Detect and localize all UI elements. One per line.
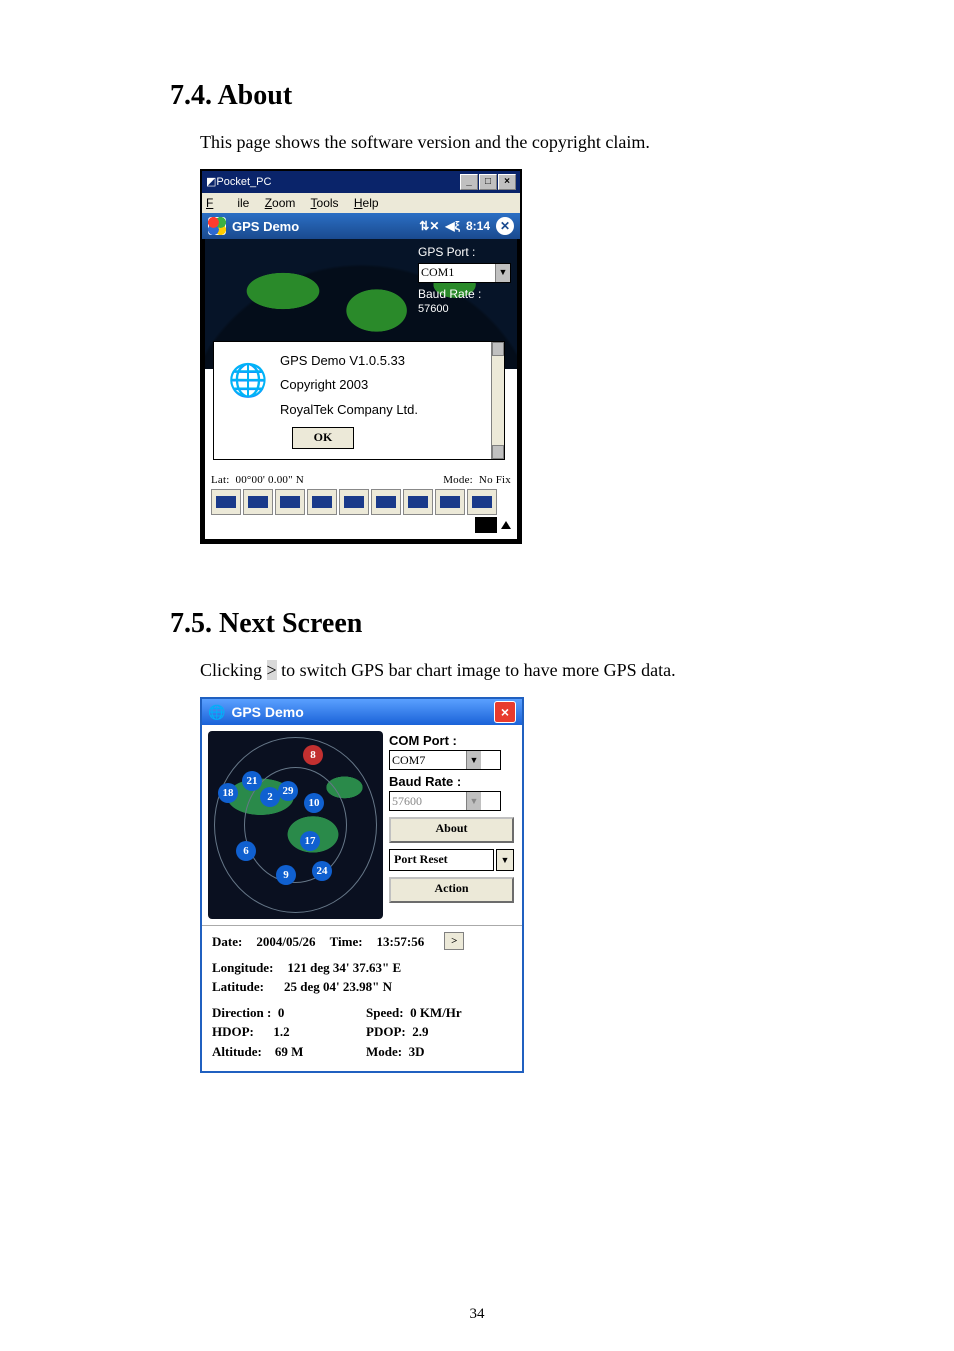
satellite-skyplot: 8211829210176924 xyxy=(208,731,383,919)
baud-rate-select[interactable]: ▼ xyxy=(389,791,501,811)
section-heading-next: 7.5. Next Screen xyxy=(170,608,864,640)
volume-icon[interactable]: ◀ξ xyxy=(445,220,460,232)
gpsdemo2-title: GPS Demo xyxy=(231,704,303,720)
about-dialog: 🌐 GPS Demo V1.0.5.33 Copyright 2003 Roya… xyxy=(213,341,505,460)
about-button[interactable]: About xyxy=(389,817,514,843)
section-body-next: Clicking > to switch GPS bar chart image… xyxy=(200,658,864,683)
pdop-label: PDOP: xyxy=(366,1024,406,1039)
keyboard-icon[interactable] xyxy=(475,517,497,533)
tool-icon-4[interactable] xyxy=(307,489,337,515)
tool-icon-2[interactable] xyxy=(243,489,273,515)
port-reset-label: Port Reset xyxy=(389,849,494,871)
tool-icon-1[interactable] xyxy=(211,489,241,515)
baud-rate-label-2: Baud Rate : xyxy=(389,774,514,789)
about-version: GPS Demo V1.0.5.33 xyxy=(280,352,496,370)
close-button-2[interactable]: × xyxy=(494,701,516,723)
speed-value: 0 KM/Hr xyxy=(410,1005,462,1020)
app-icon-2: 🌐 xyxy=(208,704,225,721)
globe-icon: 🌐 xyxy=(228,358,268,403)
mode-value-2: 3D xyxy=(409,1044,425,1059)
com-port-value[interactable] xyxy=(390,751,466,769)
baud-rate-label: Baud Rate : xyxy=(418,287,511,303)
direction-value: 0 xyxy=(278,1005,285,1020)
sip-up-icon[interactable] xyxy=(501,521,511,529)
about-copyright: Copyright 2003 xyxy=(280,376,496,394)
minimize-button[interactable]: _ xyxy=(460,174,478,190)
menu-help[interactable]: Help xyxy=(354,196,379,210)
gps-port-label: GPS Port : xyxy=(418,245,511,261)
lat-label: Lat: xyxy=(211,475,230,486)
date-value: 2004/05/26 xyxy=(256,932,315,952)
page-number: 34 xyxy=(0,1306,954,1323)
about-company: RoyalTek Company Ltd. xyxy=(280,401,496,419)
maximize-button[interactable]: □ xyxy=(479,174,497,190)
tool-icon-8[interactable] xyxy=(435,489,465,515)
gpsdemo-titlebar: GPS Demo ⇅✕ ◀ξ 8:14 ✕ xyxy=(202,213,520,239)
status-bar: Lat: 00°00' 0.00" N Mode: No Fix xyxy=(211,475,511,486)
mode-value: No Fix xyxy=(479,475,511,486)
altitude-value: 69 M xyxy=(275,1044,304,1059)
ppc-close-button[interactable]: ✕ xyxy=(496,217,514,235)
tool-icon-9[interactable] xyxy=(467,489,497,515)
section-body-about: This page shows the software version and… xyxy=(200,130,864,155)
latitude-value: 25 deg 04' 23.98" N xyxy=(284,977,392,997)
time-label: Time: xyxy=(330,932,363,952)
mode-label: Mode: xyxy=(443,475,473,486)
gpsdemo-window: 🌐 GPS Demo × 8211829210176924 COM Port :… xyxy=(200,697,524,1073)
close-button[interactable]: × xyxy=(498,174,516,190)
altitude-label: Altitude: xyxy=(212,1044,262,1059)
signal-icon[interactable]: ⇅✕ xyxy=(419,220,439,232)
gps-port-value[interactable] xyxy=(419,264,495,282)
clock: 8:14 xyxy=(466,220,490,232)
action-button[interactable]: Action xyxy=(389,877,514,903)
next-screen-button[interactable]: > xyxy=(444,932,464,950)
next-mark: > xyxy=(267,660,277,680)
baud-rate-value-peek: 57600 xyxy=(418,302,511,316)
menu-zoom[interactable]: Zoom xyxy=(265,196,296,210)
time-value: 13:57:56 xyxy=(377,932,425,952)
latitude-label: Latitude: xyxy=(212,977,264,997)
pocketpc-window: ◩ Pocket_PC _ □ × File Zoom Tools Help G… xyxy=(200,169,522,544)
speed-label: Speed: xyxy=(366,1005,404,1020)
menu-tools[interactable]: Tools xyxy=(311,196,339,210)
tool-icon-7[interactable] xyxy=(403,489,433,515)
longitude-value: 121 deg 34' 37.63" E xyxy=(287,958,401,978)
dropdown-arrow-icon[interactable]: ▼ xyxy=(495,264,510,282)
dropdown-arrow-icon: ▼ xyxy=(466,792,481,810)
tool-icon-5[interactable] xyxy=(339,489,369,515)
dropdown-arrow-icon[interactable]: ▼ xyxy=(466,751,481,769)
pocketpc-title: Pocket_PC xyxy=(216,177,460,188)
gps-port-select[interactable]: ▼ xyxy=(418,263,511,283)
com-port-select[interactable]: ▼ xyxy=(389,750,501,770)
port-reset-select[interactable]: Port Reset ▼ xyxy=(389,849,514,871)
gpsdemo-title: GPS Demo xyxy=(232,220,299,233)
baud-rate-value xyxy=(390,792,466,810)
menu-file[interactable]: File xyxy=(206,196,249,210)
lat-value: 00°00' 0.00" N xyxy=(236,475,304,486)
gpsdemo2-titlebar: 🌐 GPS Demo × xyxy=(202,699,522,725)
section-heading-about: 7.4. About xyxy=(170,80,864,112)
direction-label: Direction : xyxy=(212,1005,271,1020)
dialog-scrollbar[interactable] xyxy=(491,342,504,459)
dropdown-arrow-icon[interactable]: ▼ xyxy=(496,849,514,871)
ok-button[interactable]: OK xyxy=(292,427,354,449)
hdop-label: HDOP: xyxy=(212,1024,254,1039)
tool-icon-6[interactable] xyxy=(371,489,401,515)
menubar: File Zoom Tools Help xyxy=(202,193,520,213)
tool-icon-3[interactable] xyxy=(275,489,305,515)
gps-data-panel: Date: 2004/05/26 Time: 13:57:56 > Longit… xyxy=(202,925,522,1071)
pdop-value: 2.9 xyxy=(412,1024,428,1039)
pocketpc-titlebar: ◩ Pocket_PC _ □ × xyxy=(202,171,520,193)
bottom-toolbar xyxy=(209,489,513,535)
date-label: Date: xyxy=(212,932,242,952)
longitude-label: Longitude: xyxy=(212,958,273,978)
hdop-value: 1.2 xyxy=(273,1024,289,1039)
mode-label-2: Mode: xyxy=(366,1044,402,1059)
app-icon: ◩ xyxy=(206,177,216,188)
com-port-label: COM Port : xyxy=(389,733,514,748)
start-icon[interactable] xyxy=(208,217,226,235)
